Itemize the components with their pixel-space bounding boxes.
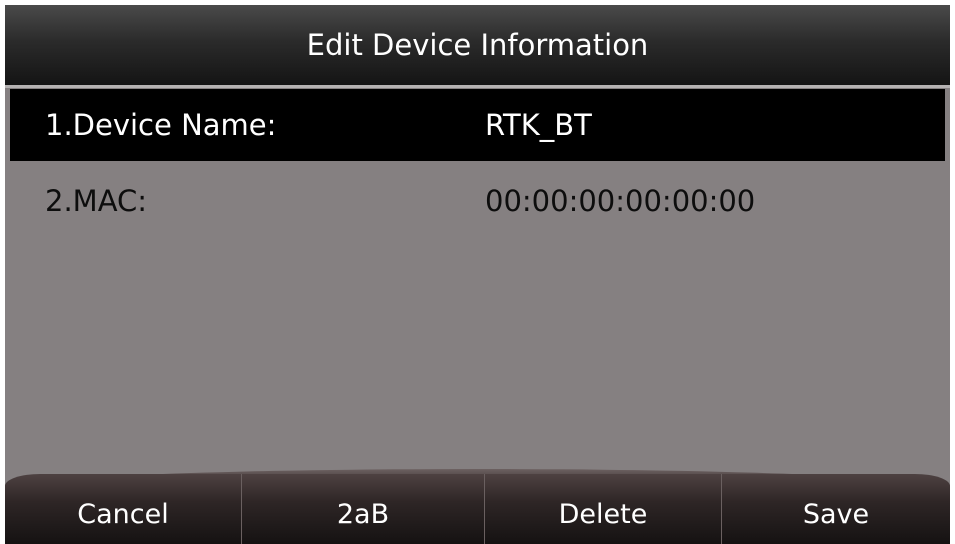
- title-bar: Edit Device Information: [5, 5, 950, 88]
- mac-row[interactable]: 2.MAC: 00:00:00:00:00:00: [10, 165, 945, 237]
- device-name-row[interactable]: 1.Device Name: RTK_BT: [10, 89, 945, 161]
- phone-screen: Edit Device Information 1.Device Name: R…: [5, 5, 950, 544]
- cancel-button[interactable]: Cancel: [5, 474, 241, 544]
- device-name-field[interactable]: RTK_BT: [485, 89, 592, 161]
- page-title: Edit Device Information: [306, 28, 649, 62]
- delete-button[interactable]: Delete: [485, 474, 721, 544]
- mac-label: 2.MAC:: [45, 184, 148, 218]
- mac-value: 00:00:00:00:00:00: [485, 184, 756, 218]
- device-name-label: 1.Device Name:: [45, 108, 277, 142]
- input-mode-button[interactable]: 2aB: [242, 474, 484, 544]
- save-button[interactable]: Save: [722, 474, 950, 544]
